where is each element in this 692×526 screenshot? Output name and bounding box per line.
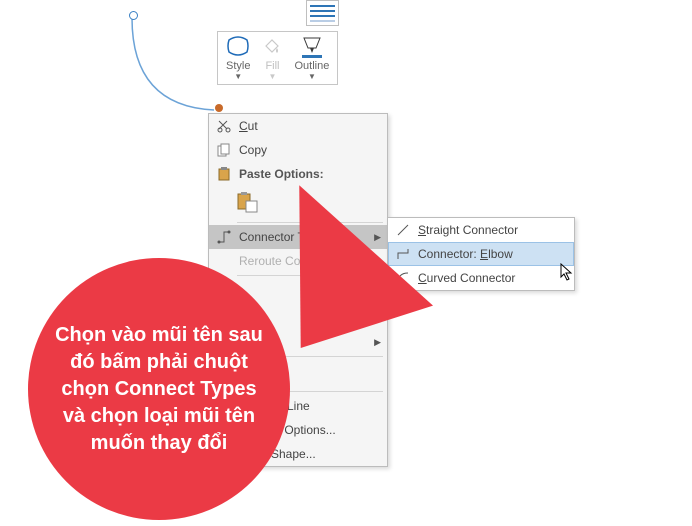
chevron-down-icon: ▼ bbox=[234, 72, 242, 81]
menu-item-cut[interactable]: Cut bbox=[209, 114, 387, 138]
menu-label: Paste Options: bbox=[235, 167, 381, 181]
annotation-bubble: Chọn vào mũi tên sau đó bấm phải chuột c… bbox=[28, 258, 290, 520]
elbow-connector-icon bbox=[392, 247, 414, 261]
fill-label: Fill bbox=[265, 60, 279, 72]
submenu-item-curved[interactable]: Curved Connector bbox=[388, 266, 574, 290]
menu-label: Copy bbox=[235, 143, 381, 157]
style-icon bbox=[226, 36, 250, 58]
outline-pen-icon bbox=[298, 36, 326, 58]
copy-icon bbox=[213, 143, 235, 157]
arc-connector[interactable] bbox=[126, 14, 216, 124]
menu-item-copy[interactable]: Copy bbox=[209, 138, 387, 162]
style-dropdown[interactable]: Style ▼ bbox=[226, 36, 250, 81]
connector-end-handle[interactable] bbox=[215, 104, 223, 112]
outline-label: Outline bbox=[294, 60, 329, 72]
menu-item-paste-options-header: Paste Options: bbox=[209, 162, 387, 186]
menu-label: Cut bbox=[235, 119, 381, 133]
submenu-item-straight[interactable]: Straight Connector bbox=[388, 218, 574, 242]
straight-connector-icon bbox=[392, 223, 414, 237]
annotation-text: Chọn vào mũi tên sau đó bấm phải chuột c… bbox=[52, 322, 266, 457]
clipboard-icon bbox=[213, 167, 235, 181]
text-placeholder-box bbox=[306, 0, 339, 26]
connector-start-handle[interactable] bbox=[129, 11, 138, 20]
style-label: Style bbox=[226, 60, 250, 72]
submenu-label: Curved Connector bbox=[414, 271, 568, 285]
submenu-item-elbow[interactable]: Connector: Elbow bbox=[388, 242, 574, 266]
paste-option-picture[interactable] bbox=[235, 190, 261, 216]
chevron-down-icon: ▼ bbox=[269, 72, 277, 81]
outline-dropdown[interactable]: Outline ▼ bbox=[294, 36, 329, 81]
fill-bucket-icon bbox=[262, 36, 282, 58]
mini-toolbar: Style ▼ Fill ▼ Outline ▼ bbox=[217, 31, 338, 85]
fill-dropdown: Fill ▼ bbox=[262, 36, 282, 81]
mouse-cursor-icon bbox=[560, 263, 574, 281]
submenu-label: Straight Connector bbox=[414, 223, 568, 237]
scissors-icon bbox=[213, 119, 235, 133]
paste-picture-icon bbox=[237, 192, 259, 214]
connector-types-icon bbox=[213, 230, 235, 244]
chevron-down-icon: ▼ bbox=[308, 72, 316, 81]
connector-types-submenu: Straight Connector Connector: Elbow Curv… bbox=[387, 217, 575, 291]
submenu-label: Connector: Elbow bbox=[414, 247, 568, 261]
submenu-arrow-icon: ▶ bbox=[374, 232, 381, 243]
